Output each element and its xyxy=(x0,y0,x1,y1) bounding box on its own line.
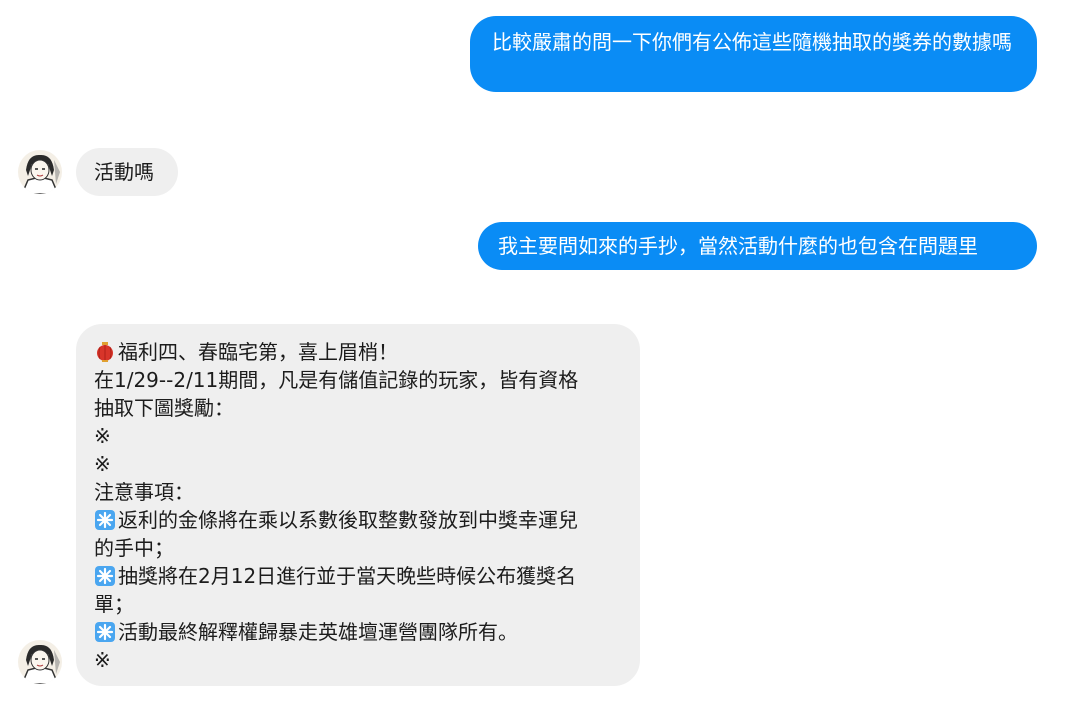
message-line: 注意事項： xyxy=(94,480,194,504)
message-text: 抽獎將在2月12日進行並于當天晚些時候公布獲獎名 xyxy=(118,564,577,588)
asterisk-icon xyxy=(94,509,116,534)
asterisk-icon xyxy=(94,565,116,590)
message-text: 我主要問如來的手抄，當然活動什麼的也包含在問題里 xyxy=(498,234,978,258)
message-text: 活動最終解釋權歸暴走英雄壇運營團隊所有。 xyxy=(118,620,518,644)
message-line: 的手中； xyxy=(94,536,174,560)
message-line: 返利的金條將在乘以系數後取整數發放到中獎幸運兒 xyxy=(94,506,622,534)
message-line: 抽獎將在2月12日進行並于當天晚些時候公布獲獎名 xyxy=(94,562,622,590)
message-text: 比較嚴肅的問一下你們有公佈這些隨機抽取的獎券的數據嗎 xyxy=(492,30,1012,54)
sender-avatar[interactable] xyxy=(18,150,62,194)
message-line: 單； xyxy=(94,592,134,616)
avatar-portrait-icon xyxy=(18,150,62,194)
message-line: ※ xyxy=(94,452,111,476)
outgoing-message-bubble[interactable]: 我主要問如來的手抄，當然活動什麼的也包含在問題里 xyxy=(478,222,1037,270)
message-text: 返利的金條將在乘以系數後取整數發放到中獎幸運兒 xyxy=(118,508,578,532)
message-line: 活動最終解釋權歸暴走英雄壇運營團隊所有。 xyxy=(94,618,622,646)
message-line: 抽取下圖獎勵： xyxy=(94,396,234,420)
message-line: 福利四、春臨宅第，喜上眉梢！ xyxy=(94,338,622,366)
message-line: 在1/29--2/11期間，凡是有儲值記錄的玩家，皆有資格 xyxy=(94,368,579,392)
message-line: ※ xyxy=(94,424,111,448)
message-line: ※ xyxy=(94,648,111,672)
message-text: 活動嗎 xyxy=(94,160,154,184)
message-text: 福利四、春臨宅第，喜上眉梢！ xyxy=(118,340,398,364)
asterisk-icon xyxy=(94,621,116,646)
avatar-portrait-icon xyxy=(18,640,62,684)
incoming-message-bubble[interactable]: 活動嗎 xyxy=(76,148,178,196)
red-lantern-icon xyxy=(94,341,116,366)
incoming-message-bubble[interactable]: 福利四、春臨宅第，喜上眉梢！ 在1/29--2/11期間，凡是有儲值記錄的玩家，… xyxy=(76,324,640,686)
outgoing-message-bubble[interactable]: 比較嚴肅的問一下你們有公佈這些隨機抽取的獎券的數據嗎 xyxy=(470,16,1037,92)
sender-avatar[interactable] xyxy=(18,640,62,684)
